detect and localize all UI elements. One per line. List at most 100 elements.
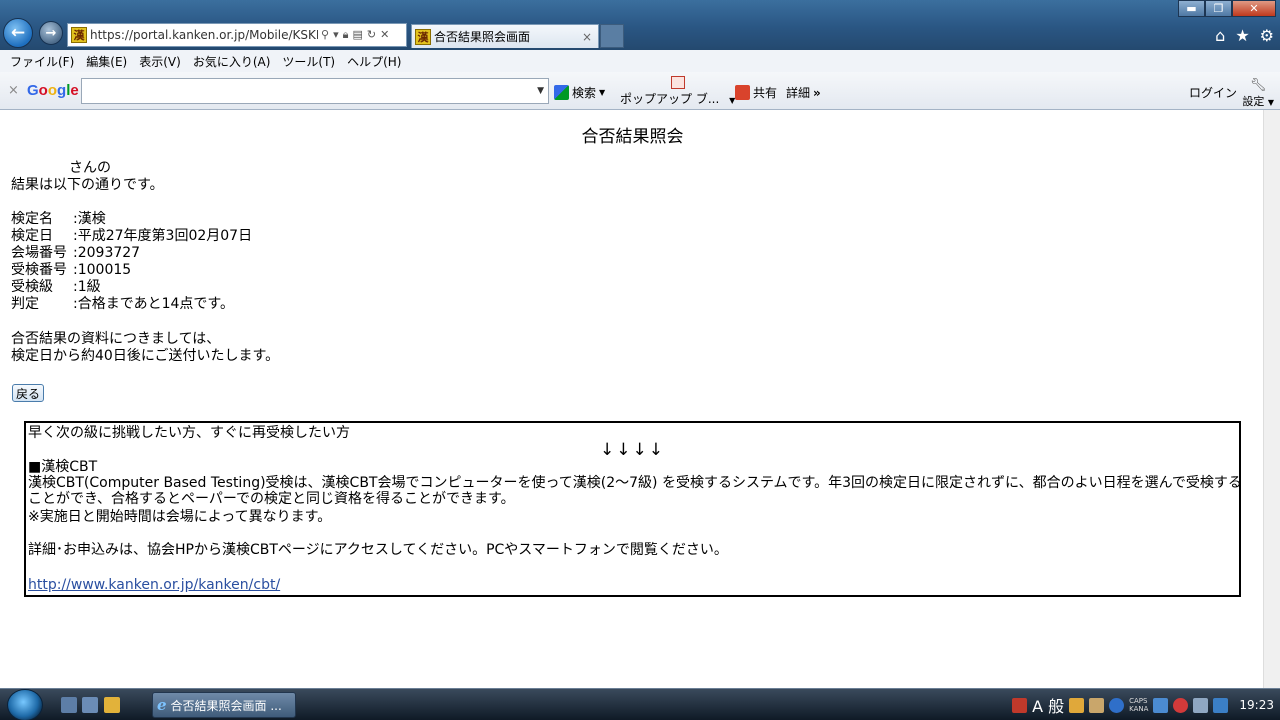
result-label: 会場番号 [11, 245, 67, 261]
result-row-exam-name: 検定名 :漢検 [11, 211, 106, 228]
back-page-button[interactable]: 戻る [12, 384, 45, 402]
ime-tools-icon[interactable] [1069, 697, 1085, 713]
ime-mode-indicator[interactable]: A 般 [1032, 693, 1064, 717]
network-icon[interactable] [1153, 697, 1169, 713]
favorites-star-icon[interactable]: ★ [1235, 26, 1249, 45]
menu-tools[interactable]: ツール(T) [276, 53, 341, 70]
result-label: 検定日 [11, 228, 53, 244]
cbt-link[interactable]: http://www.kanken.or.jp/kanken/cbt/ [28, 577, 280, 593]
result-value: :1級 [73, 279, 101, 295]
cbt-description-line-2: ことができ、合格するとペーパーでの検定と同じ資格を得ることができます。 [28, 491, 515, 507]
dropdown-icon[interactable]: ▾ [333, 28, 339, 42]
notice-line-2: 検定日から約40日後にご送付いたします。 [11, 348, 280, 364]
browser-right-icons: ⌂ ★ ⚙ [1215, 26, 1274, 45]
forward-button[interactable]: → [39, 21, 63, 45]
login-button[interactable]: ログイン [1189, 84, 1237, 101]
cbt-note: ※実施日と開始時間は会場によって異なります。 [28, 509, 332, 525]
search-icon[interactable]: ⚲ [321, 28, 329, 42]
cbt-info-box: 早く次の級に挑戦したい方、すぐに再受検したい方 ↓↓↓↓ ■漢検CBT 漢検CB… [24, 421, 1242, 597]
site-favicon-icon: 漢 [71, 27, 87, 43]
more-button[interactable]: 詳細 » [786, 84, 821, 101]
tools-gear-icon[interactable]: ⚙ [1260, 26, 1274, 45]
double-chevron-right-icon: » [813, 85, 821, 100]
arrow-left-icon: ← [10, 23, 26, 43]
result-row-judgement: 判定:合格まであと14点です。 [11, 296, 234, 313]
explorer-icon[interactable] [104, 697, 120, 713]
address-url[interactable]: https://portal.kanken.or.jp/Mobile/KSKP1 [90, 28, 318, 42]
login-label: ログイン [1189, 86, 1238, 100]
google-search-input[interactable]: ▼ [81, 78, 549, 104]
kana-label: KANA [1129, 705, 1149, 713]
cbt-section-title: ■漢検CBT [28, 459, 98, 475]
stop-icon[interactable]: ✕ [380, 28, 389, 42]
menu-help[interactable]: ヘルプ(H) [341, 53, 407, 70]
address-bar-actions: ⚲ ▾ 🔒︎ ▤ ↻ ✕ [318, 28, 389, 42]
popup-blocker-button[interactable]: ポップアップ ブ... ▼ [620, 76, 735, 107]
ie-icon: e [157, 696, 167, 714]
new-tab-button[interactable] [600, 24, 624, 48]
security-alert-icon[interactable] [1173, 697, 1189, 713]
menu-view[interactable]: 表示(V) [133, 53, 187, 70]
more-label: 詳細 [786, 86, 811, 100]
minimize-button[interactable]: ▬ [1178, 0, 1205, 17]
caps-label: CAPS [1129, 697, 1148, 705]
result-label: 判定 [11, 296, 39, 312]
address-bar[interactable]: 漢 https://portal.kanken.or.jp/Mobile/KSK… [67, 23, 407, 47]
tray-app-icon[interactable] [1012, 697, 1028, 713]
settings-label: 設定 [1242, 95, 1265, 108]
google-search-button[interactable]: 検索 ▼ [554, 84, 605, 101]
search-button-label: 検索 [572, 86, 597, 100]
taskbar-ie-window[interactable]: e 合否結果照会画面 ... [152, 692, 296, 718]
down-arrows: ↓↓↓↓ [600, 440, 665, 460]
share-icon [735, 85, 750, 100]
result-row-grade: 受検級:1級 [11, 279, 101, 296]
google-search-icon [554, 85, 569, 100]
google-logo: Google [27, 82, 79, 99]
result-value: :2093727 [73, 245, 141, 261]
notice-line-1: 合否結果の資料につきましては、 [11, 331, 221, 347]
menu-file[interactable]: ファイル(F) [4, 53, 80, 70]
lock-icon[interactable]: 🔒︎ [343, 28, 349, 42]
result-value: :漢検 [73, 211, 106, 227]
settings-button[interactable]: 🔧︎ 設定 ▼ [1242, 78, 1274, 109]
tab-close-icon[interactable]: × [582, 30, 598, 44]
volume-icon[interactable] [1213, 697, 1229, 713]
intro-text: 結果は以下の通りです。 [11, 177, 164, 193]
page-title: 合否結果照会 [581, 127, 684, 147]
taskbar-window-label: 合否結果照会画面 ... [170, 698, 282, 713]
close-window-button[interactable]: ✕ [1232, 0, 1276, 17]
help-icon[interactable] [1109, 697, 1125, 713]
cbt-description-line-1: 漢検CBT(Computer Based Testing)受検は、漢検CBT会場… [28, 475, 1242, 491]
cbt-details: 詳細･お申込みは、協会HPから漢検CBTページにアクセスしてください。PCやスマ… [28, 542, 728, 558]
power-icon[interactable] [1193, 697, 1209, 713]
result-label: 検定名 [11, 211, 53, 227]
maximize-button[interactable]: ❐ [1205, 0, 1232, 17]
result-value: :100015 [73, 262, 132, 278]
chevron-down-icon[interactable]: ▼ [537, 86, 544, 96]
wrench-icon: 🔧︎ [1249, 78, 1267, 93]
switch-windows-icon[interactable] [82, 697, 98, 713]
tab-active[interactable]: 漢 合否結果照会画面 × [411, 24, 599, 48]
menu-edit[interactable]: 編集(E) [80, 53, 133, 70]
back-button[interactable]: ← [3, 18, 33, 48]
menu-favorites[interactable]: お気に入り(A) [187, 53, 277, 70]
result-value: :平成27年度第3回02月07日 [73, 228, 253, 244]
refresh-icon[interactable]: ↻ [367, 28, 376, 42]
result-label: 受検番号 [11, 262, 67, 278]
chevron-down-icon[interactable]: ▼ [1268, 98, 1274, 107]
result-row-exam-date: 検定日 :平成27年度第3回02月07日 [11, 228, 252, 245]
home-icon[interactable]: ⌂ [1215, 26, 1225, 45]
tab-favicon-icon: 漢 [415, 28, 431, 45]
share-button[interactable]: 共有 [735, 84, 777, 101]
tab-title: 合否結果照会画面 [434, 30, 531, 44]
vertical-scrollbar[interactable] [1263, 110, 1280, 688]
result-row-examinee-number: 受検番号 :100015 [11, 262, 131, 279]
show-desktop-icon[interactable] [61, 697, 77, 713]
web-page-content: 合否結果照会 さんの 結果は以下の通りです。 検定名:漢検 検定日:平成27年度… [0, 110, 1280, 688]
compat-view-icon[interactable]: ▤ [352, 28, 362, 42]
toolbar-close-icon[interactable]: × [8, 83, 19, 98]
start-button[interactable] [7, 689, 43, 720]
chevron-down-icon[interactable]: ▼ [599, 88, 605, 97]
dictionary-icon[interactable] [1089, 697, 1105, 713]
popup-blocker-label: ポップアップ ブ... [620, 92, 720, 106]
